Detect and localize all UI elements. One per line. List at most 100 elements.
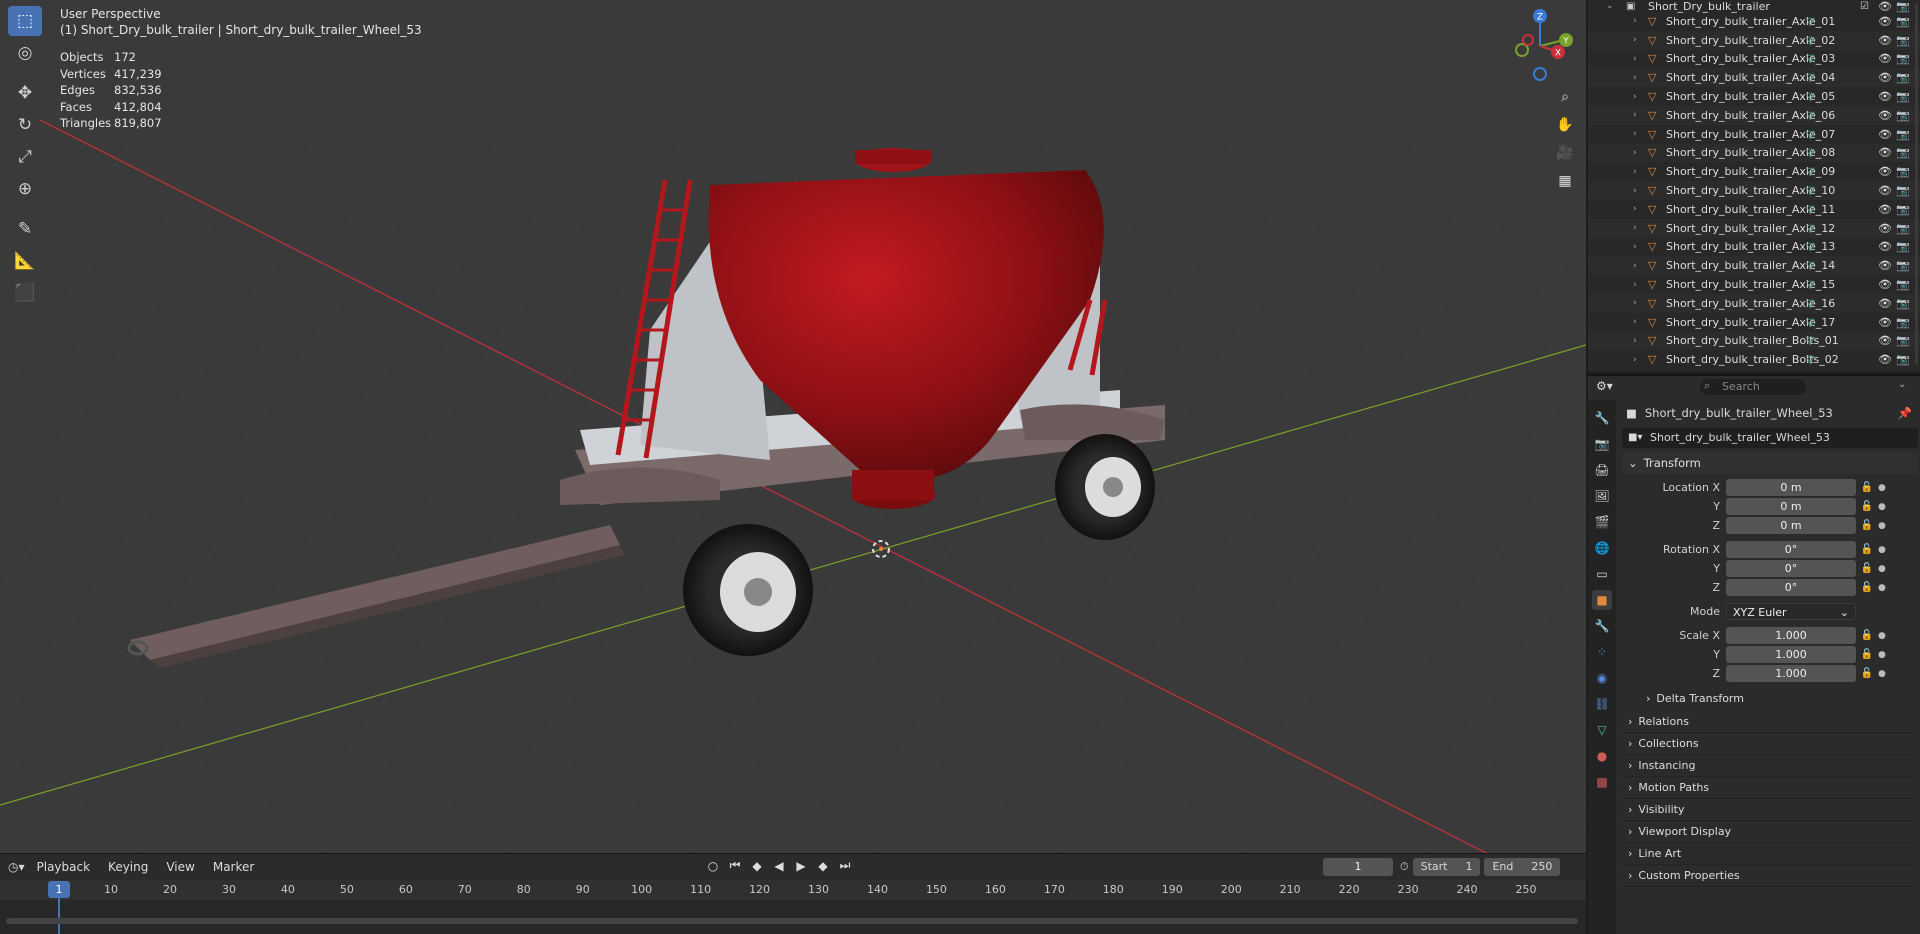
- mesh-data-icon[interactable]: ▽: [1806, 109, 1814, 122]
- mesh-data-icon[interactable]: ▽: [1806, 222, 1814, 235]
- mesh-data-icon[interactable]: ▽: [1806, 128, 1814, 141]
- expand-arrow-icon[interactable]: ›: [1633, 223, 1637, 233]
- camera-icon[interactable]: 📷: [1896, 146, 1910, 159]
- clock-icon[interactable]: ⏱: [1400, 860, 1409, 874]
- render-tab-icon[interactable]: 📷: [1592, 434, 1612, 454]
- physics-tab-icon[interactable]: ◉: [1592, 668, 1612, 688]
- object-browse-icon[interactable]: ■▾: [1628, 428, 1642, 448]
- play-icon[interactable]: ▶: [793, 859, 809, 873]
- keyframe-record-icon[interactable]: ○: [705, 859, 721, 873]
- lock-icon[interactable]: 🔓: [1856, 563, 1878, 574]
- current-frame-field[interactable]: 1: [1323, 858, 1393, 876]
- expand-arrow-icon[interactable]: ›: [1633, 129, 1637, 139]
- keyframe-dot-icon[interactable]: ●: [1878, 483, 1888, 493]
- camera-icon[interactable]: 📷: [1896, 34, 1910, 47]
- collection-tab-icon[interactable]: ▭: [1592, 564, 1612, 584]
- cursor-tool-icon[interactable]: ◎: [8, 38, 42, 68]
- annotate-tool-icon[interactable]: ✎: [8, 214, 42, 244]
- menu-playback[interactable]: Playback: [31, 860, 97, 874]
- panel-header[interactable]: › Instancing: [1622, 755, 1918, 777]
- camera-icon[interactable]: 📷: [1896, 90, 1910, 103]
- expand-arrow-icon[interactable]: ›: [1633, 204, 1637, 214]
- keyframe-track[interactable]: [0, 900, 1586, 934]
- panel-transform-header[interactable]: ⌄ Transform: [1622, 452, 1918, 474]
- camera-icon[interactable]: 📷: [1896, 316, 1910, 329]
- mesh-data-icon[interactable]: ▽: [1806, 34, 1814, 47]
- 3d-viewport[interactable]: ⬚ ◎ ✥ ↻ ⤢ ⊕ ✎ 📐 ⬛ User Perspective (1) S…: [0, 0, 1586, 853]
- expand-arrow-icon[interactable]: ›: [1633, 298, 1637, 308]
- eye-icon[interactable]: 👁: [1878, 90, 1892, 103]
- outliner-item[interactable]: › ▽ Short_dry_bulk_trailer_Bolts_02 ▽ 👁 📷: [1588, 350, 1920, 369]
- camera-icon[interactable]: 📷: [1896, 0, 1910, 13]
- navigation-gizmo[interactable]: Z Y X: [1500, 6, 1580, 86]
- lock-icon[interactable]: 🔓: [1856, 582, 1878, 593]
- camera-icon[interactable]: 📷: [1896, 203, 1910, 216]
- checkbox-icon[interactable]: ☑: [1860, 1, 1869, 12]
- camera-icon[interactable]: 📷: [1896, 128, 1910, 141]
- lock-icon[interactable]: 🔓: [1856, 544, 1878, 555]
- tool-tab-icon[interactable]: 🔧: [1592, 408, 1612, 428]
- keyframe-dot-icon[interactable]: ●: [1878, 521, 1888, 531]
- location-y-field[interactable]: 0 m: [1726, 498, 1856, 515]
- move-tool-icon[interactable]: ✥: [8, 78, 42, 108]
- rotation-mode-select[interactable]: XYZ Euler ⌄: [1726, 603, 1856, 620]
- outliner-item[interactable]: › ▽ Short_dry_bulk_trailer_Axle_02 ▽ 👁 📷: [1588, 30, 1920, 50]
- collapse-arrow-icon[interactable]: ⌄: [1606, 1, 1614, 11]
- start-frame-field[interactable]: Start 1: [1412, 858, 1481, 876]
- keyframe-dot-icon[interactable]: ●: [1878, 545, 1888, 555]
- expand-arrow-icon[interactable]: ›: [1633, 355, 1637, 365]
- pan-hand-icon[interactable]: ✋: [1553, 114, 1577, 136]
- select-tool-icon[interactable]: ⬚: [8, 6, 42, 36]
- panel-header[interactable]: › Relations: [1622, 711, 1918, 733]
- expand-arrow-icon[interactable]: ›: [1633, 242, 1637, 252]
- camera-icon[interactable]: 📷: [1896, 297, 1910, 310]
- eye-icon[interactable]: 👁: [1878, 52, 1892, 65]
- keyframe-dot-icon[interactable]: ●: [1878, 631, 1888, 641]
- texture-tab-icon[interactable]: ▩: [1592, 772, 1612, 792]
- outliner-scrollbar[interactable]: [1915, 4, 1918, 364]
- zoom-icon[interactable]: ⌕: [1553, 86, 1577, 108]
- mesh-data-icon[interactable]: ▽: [1806, 259, 1814, 272]
- mesh-data-icon[interactable]: ▽: [1806, 278, 1814, 291]
- camera-icon[interactable]: 📷: [1896, 15, 1910, 28]
- panel-header[interactable]: › Visibility: [1622, 799, 1918, 821]
- frame-ruler[interactable]: 1102030405060708090100110120130140150160…: [0, 880, 1586, 900]
- mesh-data-icon[interactable]: ▽: [1806, 71, 1814, 84]
- material-tab-icon[interactable]: ●: [1592, 746, 1612, 766]
- panel-header[interactable]: › Viewport Display: [1622, 821, 1918, 843]
- eye-icon[interactable]: 👁: [1878, 184, 1892, 197]
- camera-icon[interactable]: 📷: [1896, 71, 1910, 84]
- outliner-item[interactable]: › ▽ Short_dry_bulk_trailer_Axle_12 ▽ 👁 📷: [1588, 218, 1920, 238]
- camera-icon[interactable]: 📷: [1896, 222, 1910, 235]
- outliner-item[interactable]: › ▽ Short_dry_bulk_trailer_Axle_05 ▽ 👁 📷: [1588, 87, 1920, 106]
- camera-icon[interactable]: 📷: [1896, 353, 1910, 366]
- expand-arrow-icon[interactable]: ›: [1633, 280, 1637, 290]
- lock-icon[interactable]: 🔓: [1856, 668, 1878, 679]
- panel-header[interactable]: › Motion Paths: [1622, 777, 1918, 799]
- expand-arrow-icon[interactable]: ›: [1633, 35, 1637, 45]
- location-z-field[interactable]: 0 m: [1726, 517, 1856, 534]
- mesh-data-icon[interactable]: ▽: [1806, 146, 1814, 159]
- lock-icon[interactable]: 🔓: [1856, 630, 1878, 641]
- outliner-item[interactable]: › ▽ Short_dry_bulk_trailer_Axle_09 ▽ 👁 📷: [1588, 162, 1920, 181]
- particles-tab-icon[interactable]: ⁘: [1592, 642, 1612, 662]
- rotate-tool-icon[interactable]: ↻: [8, 110, 42, 140]
- rotation-x-field[interactable]: 0°: [1726, 541, 1856, 558]
- expand-arrow-icon[interactable]: ›: [1633, 186, 1637, 196]
- eye-icon[interactable]: 👁: [1878, 316, 1892, 329]
- eye-icon[interactable]: 👁: [1878, 109, 1892, 122]
- camera-icon[interactable]: 📷: [1896, 165, 1910, 178]
- panel-header[interactable]: › Custom Properties: [1622, 865, 1918, 887]
- editor-type-icon[interactable]: ◷▾: [8, 860, 25, 874]
- view-layer-tab-icon[interactable]: 🖼: [1592, 486, 1612, 506]
- constraints-tab-icon[interactable]: ⛓: [1592, 694, 1612, 714]
- expand-arrow-icon[interactable]: ›: [1633, 110, 1637, 120]
- expand-arrow-icon[interactable]: ›: [1633, 148, 1637, 158]
- lock-icon[interactable]: 🔓: [1856, 501, 1878, 512]
- jump-end-icon[interactable]: ⏭: [837, 858, 853, 873]
- outliner-item[interactable]: › ▽ Short_dry_bulk_trailer_Axle_01 ▽ 👁 📷: [1588, 12, 1920, 31]
- mesh-data-icon[interactable]: ▽: [1806, 297, 1814, 310]
- mesh-data-icon[interactable]: ▽: [1806, 52, 1814, 65]
- properties-search-input[interactable]: Search: [1700, 379, 1806, 395]
- eye-icon[interactable]: 👁: [1878, 297, 1892, 310]
